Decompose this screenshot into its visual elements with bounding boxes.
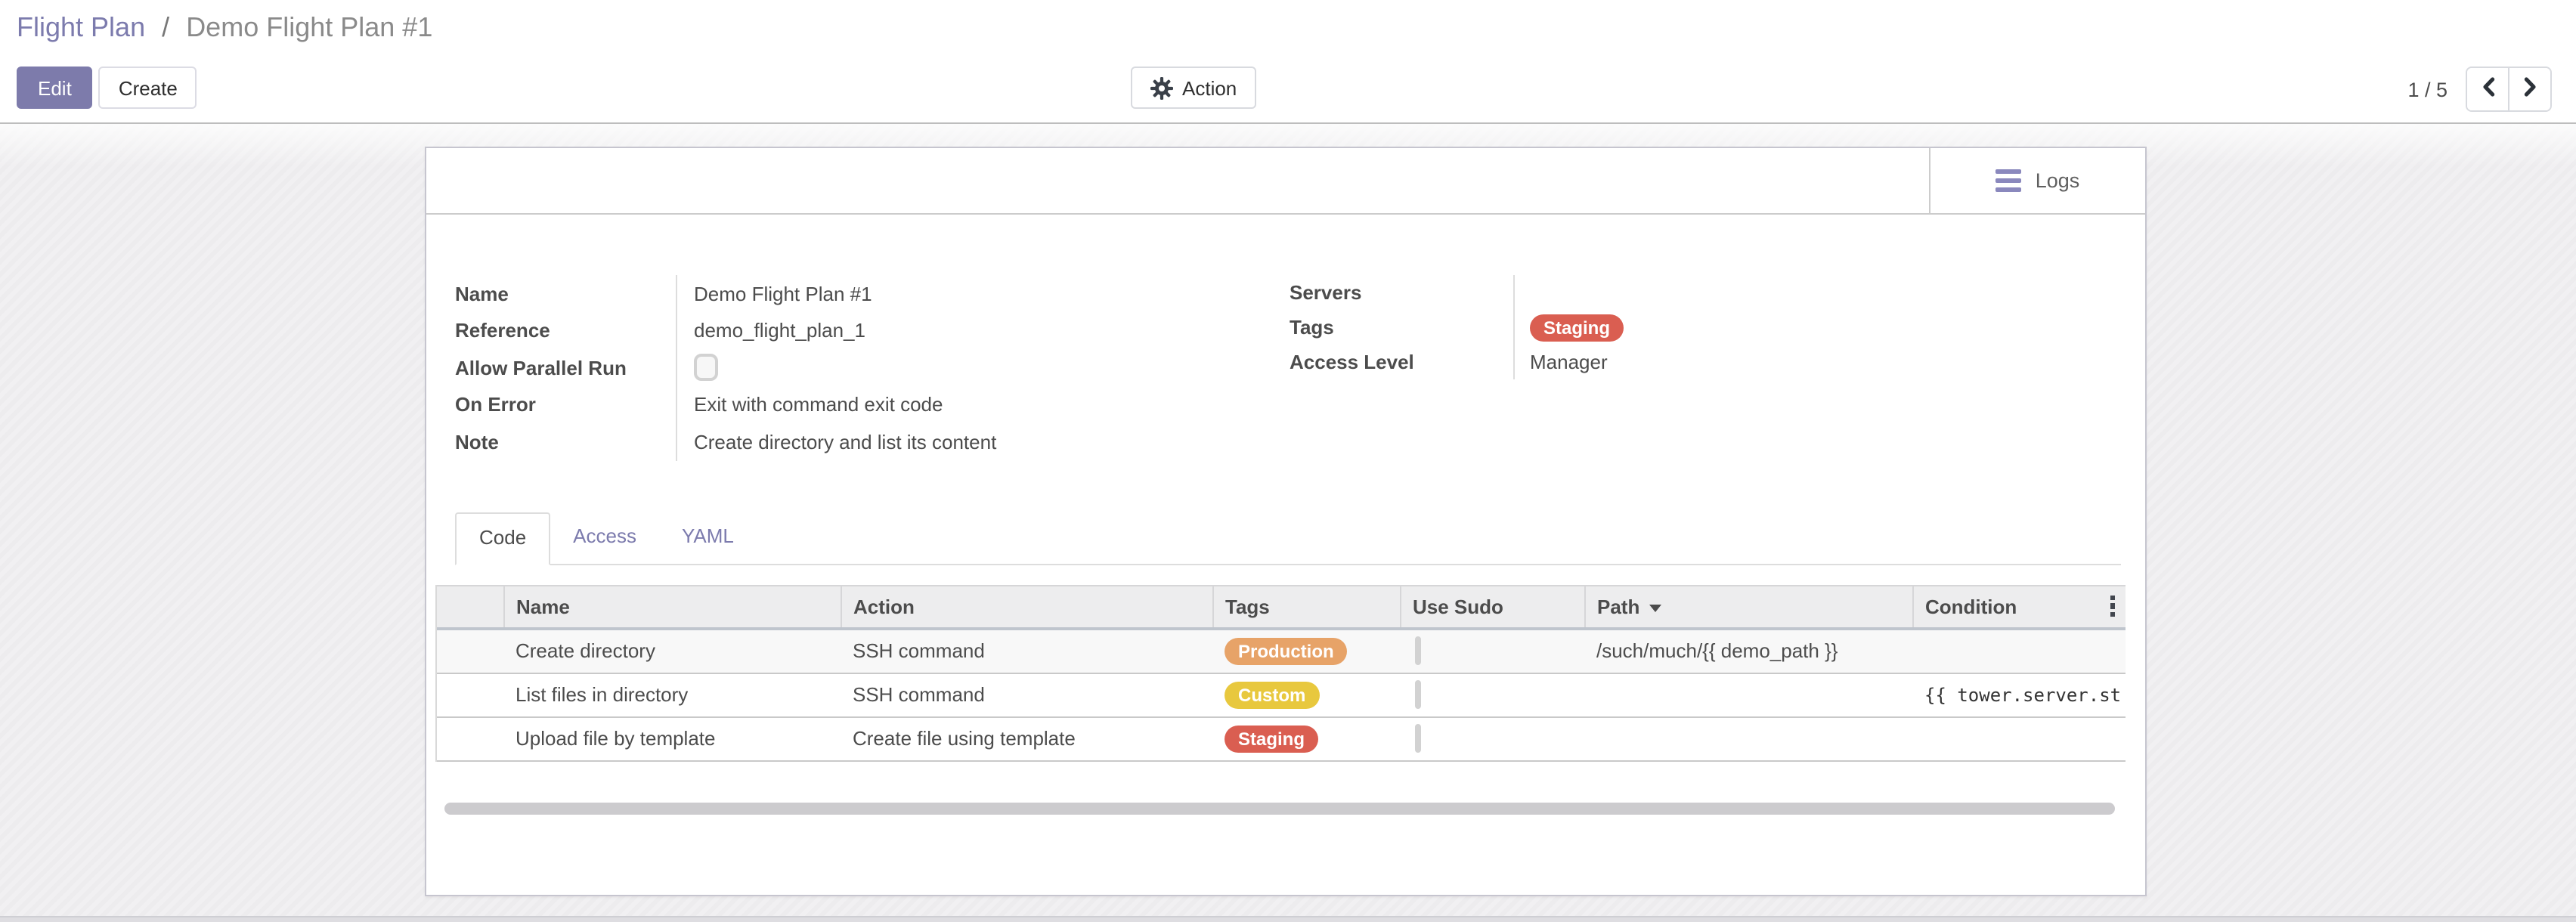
- cell-path: /such/much/{{ demo_path }}: [1584, 628, 1912, 673]
- field-value-note: Create directory and list its content: [694, 423, 1290, 460]
- column-header-tags[interactable]: Tags: [1212, 585, 1400, 628]
- breadcrumb: Flight Plan / Demo Flight Plan #1: [17, 12, 432, 44]
- field-group-right: Servers Tags Access Level Staging Manage…: [1290, 275, 1624, 460]
- field-label-note: Note: [455, 423, 676, 460]
- cell-path: [1584, 716, 1912, 760]
- labels-column: Servers Tags Access Level: [1290, 275, 1513, 379]
- breadcrumb-parent-link[interactable]: Flight Plan: [17, 12, 145, 42]
- pager-next-button[interactable]: [2508, 68, 2550, 110]
- pager: 1 / 5: [2407, 67, 2552, 112]
- content-area: Logs Name Reference Allow Parallel Run O…: [0, 124, 2576, 916]
- bars-icon: [1996, 169, 2022, 192]
- column-header-name[interactable]: Name: [503, 585, 841, 628]
- column-header-path[interactable]: Path: [1584, 585, 1912, 628]
- pager-previous-button[interactable]: [2467, 68, 2508, 110]
- edit-button[interactable]: Edit: [17, 67, 93, 109]
- logs-button[interactable]: Logs: [1929, 148, 2145, 213]
- cell-tags: Staging: [1212, 716, 1400, 760]
- cell-use-sudo: [1400, 673, 1584, 716]
- use-sudo-checkbox[interactable]: [1415, 636, 1421, 665]
- tag-custom: Custom: [1225, 681, 1319, 708]
- values-column: Staging Manager: [1513, 275, 1624, 379]
- cell-condition: {{ tower.server.st: [1912, 673, 2126, 716]
- field-value-reference: demo_flight_plan_1: [694, 312, 1290, 349]
- column-header-action[interactable]: Action: [841, 585, 1212, 628]
- column-header-handle: [437, 585, 503, 628]
- cell-tags: Production: [1212, 628, 1400, 673]
- cell-condition: [1912, 716, 2126, 760]
- column-header-condition[interactable]: Condition: [1912, 585, 2126, 628]
- field-label-reference: Reference: [455, 312, 676, 349]
- tab-access[interactable]: Access: [550, 512, 659, 565]
- handle-cell: [437, 716, 503, 760]
- cell-tags: Custom: [1212, 673, 1400, 716]
- cell-use-sudo: [1400, 716, 1584, 760]
- labels-column: Name Reference Allow Parallel Run On Err…: [455, 275, 676, 460]
- bottom-edge: [0, 916, 2576, 922]
- column-header-use-sudo[interactable]: Use Sudo: [1400, 585, 1584, 628]
- tab-code[interactable]: Code: [455, 512, 550, 565]
- notebook-tabs: Code Access YAML: [455, 512, 2121, 565]
- allow-parallel-run-checkbox[interactable]: [694, 354, 718, 382]
- control-panel: Flight Plan / Demo Flight Plan #1 Edit C…: [0, 0, 2576, 124]
- use-sudo-checkbox[interactable]: [1415, 724, 1421, 753]
- field-label-allow-parallel-run: Allow Parallel Run: [455, 349, 676, 386]
- chevron-left-icon: [2480, 77, 2495, 101]
- field-label-on-error: On Error: [455, 386, 676, 423]
- breadcrumb-separator: /: [162, 12, 169, 42]
- action-button-label: Action: [1182, 76, 1237, 99]
- cell-name: Upload file by template: [503, 716, 841, 760]
- sort-desc-icon: [1649, 604, 1661, 611]
- create-button[interactable]: Create: [99, 67, 197, 109]
- values-column: Demo Flight Plan #1 demo_flight_plan_1 E…: [676, 275, 1290, 460]
- card-header: Logs: [426, 148, 2145, 215]
- field-value-on-error: Exit with command exit code: [694, 386, 1290, 423]
- horizontal-scrollbar[interactable]: [444, 802, 2115, 814]
- tag-production: Production: [1225, 637, 1348, 664]
- field-value-servers: [1530, 275, 1624, 310]
- table-row[interactable]: List files in directory SSH command Cust…: [437, 673, 2126, 716]
- cell-name: Create directory: [503, 628, 841, 673]
- table-row[interactable]: Upload file by template Create file usin…: [437, 716, 2126, 760]
- tag-staging: Staging: [1225, 725, 1318, 752]
- field-label-name: Name: [455, 275, 676, 312]
- pager-buttons: [2466, 67, 2552, 112]
- form-card: Logs Name Reference Allow Parallel Run O…: [425, 147, 2147, 896]
- form-fields: Name Reference Allow Parallel Run On Err…: [455, 275, 2145, 460]
- logs-button-label: Logs: [2036, 169, 2080, 192]
- field-group-left: Name Reference Allow Parallel Run On Err…: [455, 275, 1290, 460]
- field-label-servers: Servers: [1290, 275, 1513, 310]
- field-value-access-level: Manager: [1530, 345, 1624, 379]
- cell-use-sudo: [1400, 628, 1584, 673]
- table-header-row: Name Action Tags Use Sudo Path Condition: [437, 585, 2126, 628]
- pager-counter: 1 / 5: [2407, 78, 2448, 101]
- cell-action: SSH command: [841, 673, 1212, 716]
- table-row[interactable]: Create directory SSH command Production …: [437, 628, 2126, 673]
- handle-cell: [437, 628, 503, 673]
- cell-action: SSH command: [841, 628, 1212, 673]
- use-sudo-checkbox[interactable]: [1415, 680, 1421, 709]
- optional-columns-icon[interactable]: [2110, 595, 2115, 617]
- field-label-tags: Tags: [1290, 310, 1513, 345]
- chevron-right-icon: [2522, 77, 2537, 101]
- page: Flight Plan / Demo Flight Plan #1 Edit C…: [0, 0, 2576, 922]
- form-buttons: Edit Create: [17, 67, 197, 109]
- cell-name: List files in directory: [503, 673, 841, 716]
- cell-condition: [1912, 628, 2126, 673]
- field-value-name: Demo Flight Plan #1: [694, 275, 1290, 312]
- tag-staging: Staging: [1530, 314, 1624, 341]
- action-button[interactable]: Action: [1131, 67, 1256, 109]
- breadcrumb-current: Demo Flight Plan #1: [186, 12, 432, 42]
- tab-yaml[interactable]: YAML: [659, 512, 757, 565]
- handle-cell: [437, 673, 503, 716]
- field-label-access-level: Access Level: [1290, 345, 1513, 379]
- cell-action: Create file using template: [841, 716, 1212, 760]
- command-lines-table: Name Action Tags Use Sudo Path Condition: [435, 584, 2126, 761]
- gear-icon: [1150, 76, 1173, 99]
- cell-path: [1584, 673, 1912, 716]
